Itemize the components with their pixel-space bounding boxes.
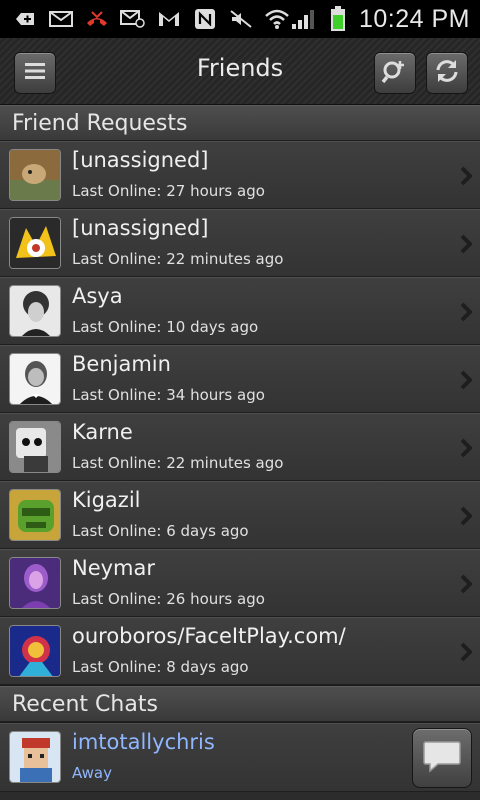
last-online: Last Online: 8 days ago [72, 658, 249, 676]
friend-request-row[interactable]: Neymar Last Online: 26 hours ago [0, 549, 480, 617]
friend-request-row[interactable]: [unassigned] Last Online: 22 minutes ago [0, 209, 480, 277]
status-bar: 10:24 PM [0, 0, 480, 38]
friend-request-row[interactable]: ouroboros/FaceItPlay.com/ Last Online: 8… [0, 617, 480, 685]
friend-name: Benjamin [72, 352, 171, 376]
last-online: Last Online: 6 days ago [72, 522, 249, 540]
avatar [9, 149, 61, 201]
friend-name: ouroboros/FaceItPlay.com/ [72, 624, 346, 648]
friend-request-row[interactable]: [unassigned] Last Online: 27 hours ago [0, 141, 480, 209]
mail-at-icon [120, 8, 146, 30]
avatar [9, 353, 61, 405]
avatar [9, 489, 61, 541]
last-online: Last Online: 26 hours ago [72, 590, 265, 608]
chat-name: imtotallychris [72, 730, 215, 754]
signal-icon [291, 8, 317, 30]
recent-chats-header: Recent Chats [0, 686, 480, 722]
avatar [9, 217, 61, 269]
friend-name: [unassigned] [72, 148, 209, 172]
section-title: Friend Requests [12, 111, 188, 136]
mail-icon [48, 8, 74, 30]
avatar [9, 625, 61, 677]
refresh-icon [434, 58, 460, 88]
action-bar: Friends [0, 38, 480, 105]
nfc-icon [192, 8, 218, 30]
friend-name: Asya [72, 284, 123, 308]
friend-name: Kigazil [72, 488, 141, 512]
friend-name: [unassigned] [72, 216, 209, 240]
friend-name: Neymar [72, 556, 156, 580]
section-title: Recent Chats [12, 692, 158, 717]
avatar [9, 421, 61, 473]
bottom-strip [0, 792, 480, 800]
friend-requests-header: Friend Requests [0, 105, 480, 141]
search-add-icon [381, 57, 409, 89]
chat-bubble-icon [422, 738, 462, 778]
open-chat-button[interactable] [412, 728, 472, 788]
refresh-button[interactable] [426, 52, 468, 94]
search-friends-button[interactable] [374, 52, 416, 94]
chevron-right-icon [460, 574, 472, 594]
plus-box-icon [12, 8, 38, 30]
avatar [9, 731, 61, 783]
chat-row[interactable]: imtotallychris Away [0, 723, 480, 792]
chevron-right-icon [460, 438, 472, 458]
last-online: Last Online: 27 hours ago [72, 182, 265, 200]
chat-status: Away [72, 764, 112, 782]
gmail-icon [156, 8, 182, 30]
friend-request-row[interactable]: Karne Last Online: 22 minutes ago [0, 413, 480, 481]
last-online: Last Online: 10 days ago [72, 318, 259, 336]
last-online: Last Online: 22 minutes ago [72, 454, 284, 472]
clock: 10:24 PM [358, 4, 470, 33]
avatar [9, 285, 61, 337]
friend-request-row[interactable]: Kigazil Last Online: 6 days ago [0, 481, 480, 549]
missed-call-icon [84, 8, 110, 30]
friend-name: Karne [72, 420, 133, 444]
battery-icon [325, 6, 351, 31]
last-online: Last Online: 22 minutes ago [72, 250, 284, 268]
mute-icon [228, 8, 254, 30]
wifi-icon [264, 8, 290, 30]
chevron-right-icon [460, 370, 472, 390]
friend-request-row[interactable]: Benjamin Last Online: 34 hours ago [0, 345, 480, 413]
last-online: Last Online: 34 hours ago [72, 386, 265, 404]
friend-request-row[interactable]: Asya Last Online: 10 days ago [0, 277, 480, 345]
chevron-right-icon [460, 302, 472, 322]
chevron-right-icon [460, 642, 472, 662]
chevron-right-icon [460, 506, 472, 526]
chevron-right-icon [460, 234, 472, 254]
chevron-right-icon [460, 166, 472, 186]
avatar [9, 557, 61, 609]
